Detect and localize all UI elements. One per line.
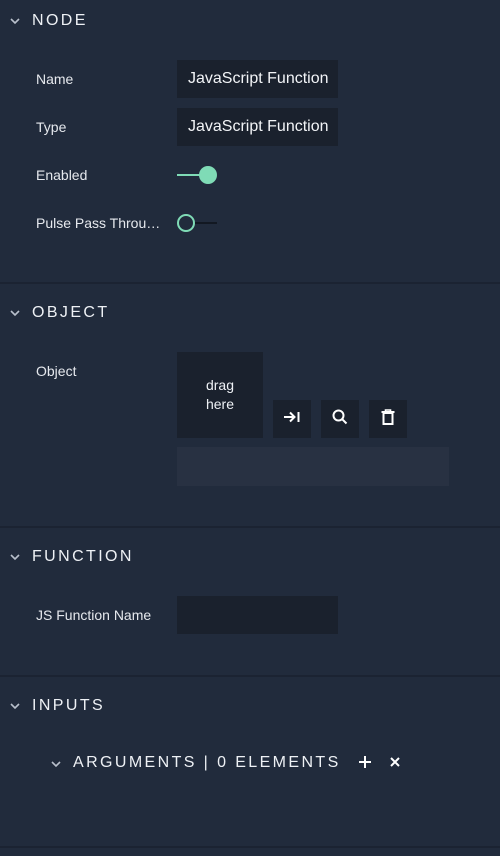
toggle-knob xyxy=(177,214,195,232)
function-section-header[interactable]: FUNCTION xyxy=(0,545,500,569)
js-function-name-label: JS Function Name xyxy=(36,607,152,623)
chevron-down-icon[interactable] xyxy=(51,759,61,769)
section-divider xyxy=(0,675,500,677)
js-function-name-field-wrap xyxy=(177,596,338,634)
toggle-track xyxy=(193,222,217,224)
chevron-down-icon[interactable] xyxy=(10,701,20,711)
close-icon xyxy=(389,755,401,773)
section-divider xyxy=(0,526,500,528)
node-section-header[interactable]: NODE xyxy=(0,9,500,33)
section-title-node: NODE xyxy=(32,12,88,29)
delete-button[interactable] xyxy=(369,400,407,438)
arguments-header[interactable]: ARGUMENTS | 0 ELEMENTS xyxy=(48,752,448,776)
object-section-header[interactable]: OBJECT xyxy=(0,301,500,325)
enabled-toggle[interactable] xyxy=(177,165,219,185)
section-title-function: FUNCTION xyxy=(32,548,134,565)
object-label: Object xyxy=(36,363,77,379)
section-title-inputs: INPUTS xyxy=(32,697,106,714)
enabled-label: Enabled xyxy=(36,167,88,183)
section-divider xyxy=(0,282,500,284)
type-label: Type xyxy=(36,119,67,135)
object-path-field[interactable] xyxy=(177,447,449,486)
name-field-wrap xyxy=(177,60,338,98)
add-argument-button[interactable] xyxy=(356,754,374,774)
drop-line-1: drag xyxy=(205,377,235,393)
section-divider xyxy=(0,846,500,848)
inputs-section-header[interactable]: INPUTS xyxy=(0,694,500,718)
pulse-pass-through-label: Pulse Pass Throu… xyxy=(36,215,161,231)
plus-icon xyxy=(358,755,372,774)
toggle-knob xyxy=(199,166,217,184)
link-icon xyxy=(283,410,301,429)
pulse-pass-through-toggle[interactable] xyxy=(177,213,219,233)
section-title-object: OBJECT xyxy=(32,304,110,321)
name-label: Name xyxy=(36,71,74,87)
chevron-down-icon[interactable] xyxy=(10,16,20,26)
object-drop-zone[interactable]: drag here xyxy=(177,352,263,438)
arguments-title: ARGUMENTS | 0 ELEMENTS xyxy=(73,754,341,771)
type-input[interactable] xyxy=(177,108,338,146)
drop-line-2: here xyxy=(205,396,235,412)
search-button[interactable] xyxy=(321,400,359,438)
link-button[interactable] xyxy=(273,400,311,438)
chevron-down-icon[interactable] xyxy=(10,552,20,562)
trash-icon xyxy=(381,408,395,430)
clear-arguments-button[interactable] xyxy=(386,754,404,774)
chevron-down-icon[interactable] xyxy=(10,308,20,318)
type-field-wrap xyxy=(177,108,338,146)
js-function-name-input[interactable] xyxy=(177,596,338,634)
search-icon xyxy=(332,409,348,430)
name-input[interactable] xyxy=(177,60,338,98)
